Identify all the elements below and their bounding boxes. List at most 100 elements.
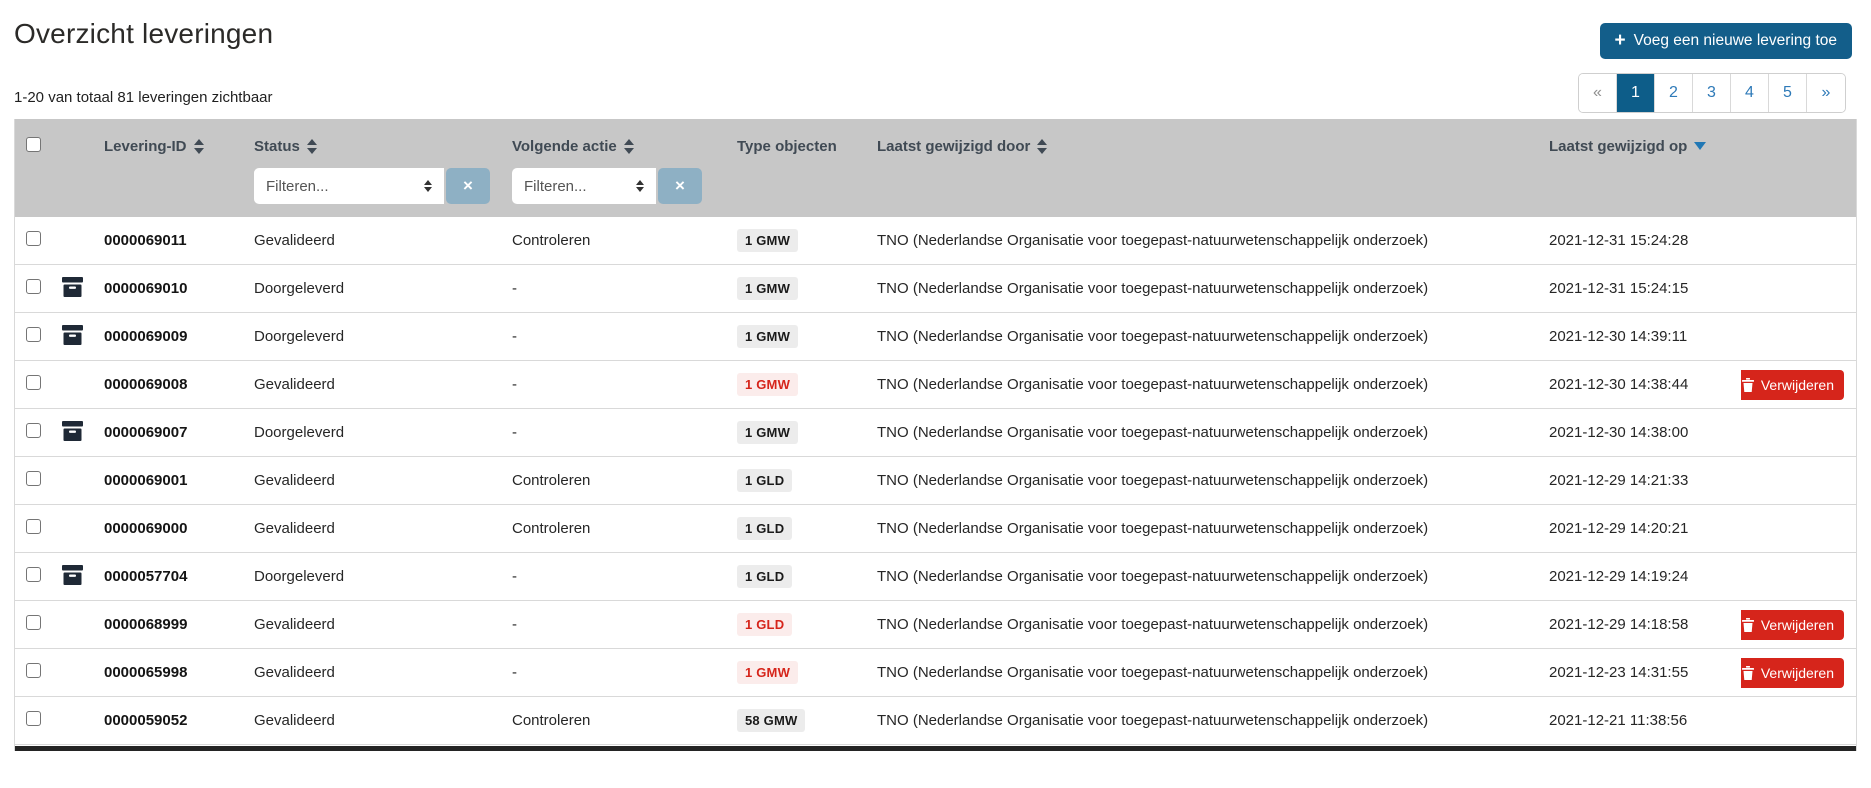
row-checkbox[interactable] <box>26 375 41 390</box>
levering-id: 0000069007 <box>100 424 250 441</box>
levering-id: 0000069008 <box>100 376 250 393</box>
archive-icon <box>62 325 83 345</box>
table-row: 0000069010 Doorgeleverd - 1 GMW TNO (Ned… <box>15 265 1856 313</box>
column-header-laatst-gewijzigd-door[interactable]: Laatst gewijzigd door <box>873 138 1545 155</box>
pagination-page-2[interactable]: 2 <box>1655 74 1693 112</box>
gewijzigd-door-cell: TNO (Nederlandse Organisatie voor toegep… <box>873 232 1545 249</box>
top-bar: Overzicht leveringen + Voeg een nieuwe l… <box>14 0 1857 59</box>
delete-button[interactable]: Verwijderen <box>1741 658 1844 688</box>
status-cell: Gevalideerd <box>250 616 508 633</box>
row-checkbox[interactable] <box>26 519 41 534</box>
levering-id: 0000069010 <box>100 280 250 297</box>
table-row: 0000065998 Gevalideerd - 1 GMW TNO (Nede… <box>15 649 1856 697</box>
trash-icon <box>1742 666 1754 680</box>
column-header-laatst-gewijzigd-op[interactable]: Laatst gewijzigd op <box>1545 138 1741 155</box>
gewijzigd-op-cell: 2021-12-29 14:21:33 <box>1545 472 1741 489</box>
pagination-page-4[interactable]: 4 <box>1731 74 1769 112</box>
select-all-checkbox[interactable] <box>26 137 41 152</box>
delete-button[interactable]: Verwijderen <box>1741 370 1844 400</box>
volgende-actie-cell: Controleren <box>508 520 723 537</box>
levering-id: 0000065998 <box>100 664 250 681</box>
pagination-page-3[interactable]: 3 <box>1693 74 1731 112</box>
row-checkbox[interactable] <box>26 711 41 726</box>
levering-id: 0000059052 <box>100 712 250 729</box>
archive-icon <box>62 277 83 297</box>
status-cell: Doorgeleverd <box>250 328 508 345</box>
volgende-actie-cell: Controleren <box>508 712 723 729</box>
gewijzigd-door-cell: TNO (Nederlandse Organisatie voor toegep… <box>873 424 1545 441</box>
pagination-page-1[interactable]: 1 <box>1617 74 1655 112</box>
table-header: Levering-ID Status Volgende actie Type o… <box>15 119 1856 217</box>
gewijzigd-op-cell: 2021-12-30 14:38:44 <box>1545 376 1741 393</box>
pagination-page-5[interactable]: 5 <box>1769 74 1807 112</box>
row-checkbox[interactable] <box>26 663 41 678</box>
pagination-prev[interactable]: « <box>1579 74 1617 112</box>
sort-icon <box>1037 139 1047 154</box>
volgende-actie-cell: - <box>508 616 723 633</box>
pagination-next[interactable]: » <box>1807 74 1845 112</box>
row-checkbox[interactable] <box>26 615 41 630</box>
leveringen-table: Levering-ID Status Volgende actie Type o… <box>14 119 1857 751</box>
levering-id: 0000069000 <box>100 520 250 537</box>
table-row: 0000069011 Gevalideerd Controleren 1 GMW… <box>15 217 1856 265</box>
volgende-actie-cell: - <box>508 568 723 585</box>
gewijzigd-door-cell: TNO (Nederlandse Organisatie voor toegep… <box>873 520 1545 537</box>
cropped-footer-edge <box>15 746 1856 751</box>
gewijzigd-op-cell: 2021-12-30 14:38:00 <box>1545 424 1741 441</box>
row-checkbox[interactable] <box>26 231 41 246</box>
gewijzigd-op-cell: 2021-12-29 14:20:21 <box>1545 520 1741 537</box>
type-objecten-badge: 1 GMW <box>737 661 798 684</box>
type-objecten-badge: 58 GMW <box>737 709 805 732</box>
delete-button[interactable]: Verwijderen <box>1741 610 1844 640</box>
status-cell: Gevalideerd <box>250 232 508 249</box>
add-delivery-label: Voeg een nieuwe levering toe <box>1634 32 1837 50</box>
type-objecten-badge: 1 GMW <box>737 373 798 396</box>
column-header-levering-id[interactable]: Levering-ID <box>100 138 250 155</box>
table-header-labels: Levering-ID Status Volgende actie Type o… <box>15 119 1856 165</box>
type-objecten-badge: 1 GLD <box>737 469 792 492</box>
clear-volgende-actie-filter-button[interactable]: × <box>658 168 702 204</box>
sort-icon <box>194 139 204 154</box>
type-objecten-badge: 1 GLD <box>737 517 792 540</box>
column-header-status[interactable]: Status <box>250 138 508 155</box>
table-row: 0000068999 Gevalideerd - 1 GLD TNO (Nede… <box>15 601 1856 649</box>
volgende-actie-filter-select[interactable]: Filteren... <box>512 168 656 204</box>
row-checkbox[interactable] <box>26 423 41 438</box>
plus-icon: + <box>1615 34 1626 48</box>
gewijzigd-door-cell: TNO (Nederlandse Organisatie voor toegep… <box>873 616 1545 633</box>
gewijzigd-door-cell: TNO (Nederlandse Organisatie voor toegep… <box>873 280 1545 297</box>
sort-descending-icon <box>1694 142 1706 150</box>
volgende-actie-cell: Controleren <box>508 472 723 489</box>
gewijzigd-op-cell: 2021-12-21 11:38:56 <box>1545 712 1741 729</box>
type-objecten-badge: 1 GMW <box>737 229 798 252</box>
type-objecten-badge: 1 GLD <box>737 565 792 588</box>
select-arrows-icon <box>424 180 432 192</box>
gewijzigd-op-cell: 2021-12-31 15:24:15 <box>1545 280 1741 297</box>
gewijzigd-door-cell: TNO (Nederlandse Organisatie voor toegep… <box>873 328 1545 345</box>
row-checkbox[interactable] <box>26 327 41 342</box>
sort-icon <box>624 139 634 154</box>
table-row: 0000069007 Doorgeleverd - 1 GMW TNO (Ned… <box>15 409 1856 457</box>
volgende-actie-cell: - <box>508 664 723 681</box>
gewijzigd-op-cell: 2021-12-23 14:31:55 <box>1545 664 1741 681</box>
gewijzigd-op-cell: 2021-12-30 14:39:11 <box>1545 328 1741 345</box>
status-filter-select[interactable]: Filteren... <box>254 168 444 204</box>
page: Overzicht leveringen + Voeg een nieuwe l… <box>0 0 1871 751</box>
trash-icon <box>1742 378 1754 392</box>
pagination: « 1 2 3 4 5 » <box>1578 73 1846 113</box>
column-header-volgende-actie[interactable]: Volgende actie <box>508 138 723 155</box>
row-checkbox[interactable] <box>26 471 41 486</box>
levering-id: 0000068999 <box>100 616 250 633</box>
volgende-actie-cell: - <box>508 376 723 393</box>
clear-status-filter-button[interactable]: × <box>446 168 490 204</box>
row-checkbox[interactable] <box>26 279 41 294</box>
volgende-actie-cell: - <box>508 280 723 297</box>
row-checkbox[interactable] <box>26 567 41 582</box>
status-cell: Gevalideerd <box>250 664 508 681</box>
type-objecten-badge: 1 GMW <box>737 277 798 300</box>
sort-icon <box>307 139 317 154</box>
table-filter-row: Filteren... × Filteren... × <box>15 165 1856 217</box>
page-title: Overzicht leveringen <box>14 18 273 50</box>
gewijzigd-op-cell: 2021-12-29 14:18:58 <box>1545 616 1741 633</box>
add-delivery-button[interactable]: + Voeg een nieuwe levering toe <box>1600 23 1853 59</box>
